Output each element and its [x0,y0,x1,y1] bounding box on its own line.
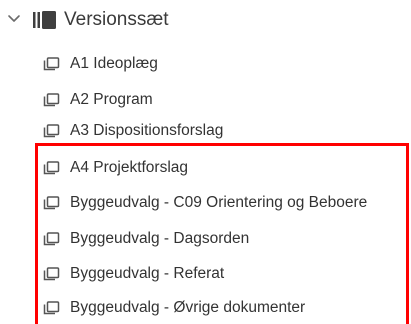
document-set-icon [43,93,63,107]
tree-item-a1-ideoplaeg[interactable]: A1 Ideoplæg [0,50,411,78]
tree-node-label: Versionssæt [64,9,169,30]
chevron-down-icon[interactable] [7,11,21,25]
tree-item-label: A1 Ideoplæg [70,55,158,72]
tree-item-a3-dispositionsforslag[interactable]: A3 Dispositionsforslag [0,117,411,145]
document-set-icon [43,124,63,138]
version-set-icon [33,11,59,29]
tree-item-a2-program[interactable]: A2 Program [0,86,411,114]
document-set-icon [43,57,63,71]
tree-node-versionssaet[interactable]: Versionssæt [0,0,411,40]
tree-item-label: A3 Dispositionsforslag [70,122,224,139]
version-set-tree: Versionssæt A1 Ideoplæg A2 Program A3 Di… [0,0,411,324]
tree-item-label: A2 Program [70,91,153,108]
highlight-box [35,143,409,324]
